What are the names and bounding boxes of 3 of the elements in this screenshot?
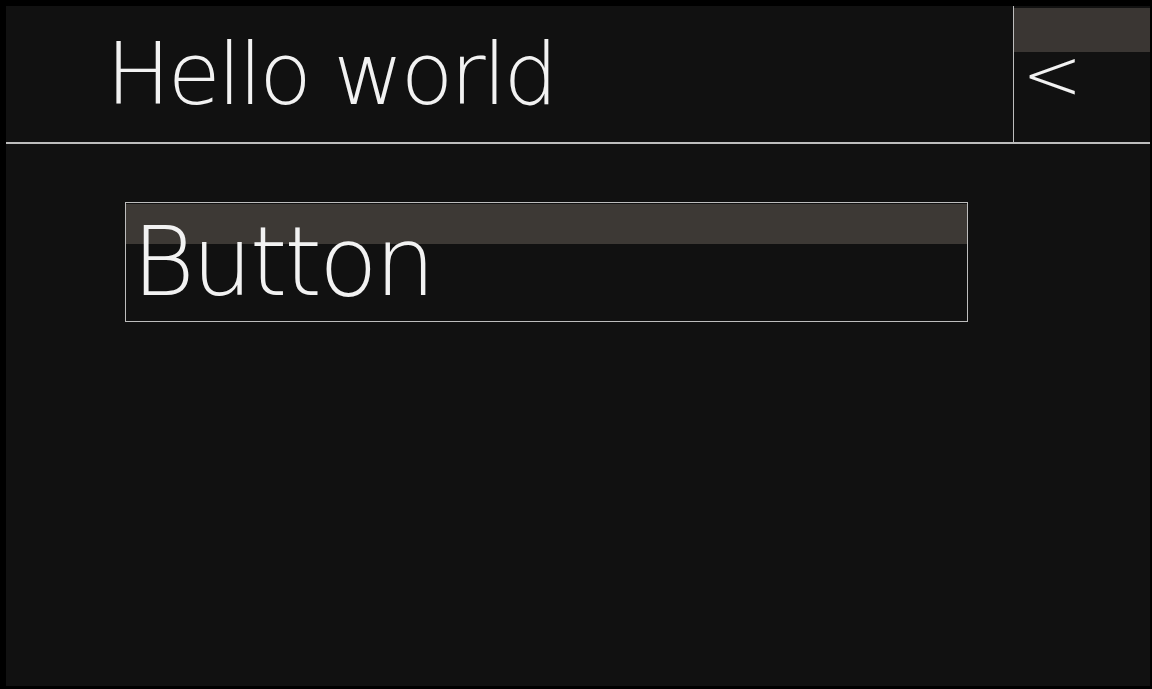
back-button[interactable]: < — [1013, 6, 1150, 142]
button[interactable]: Button — [125, 202, 968, 322]
screen-title: Hello world — [106, 31, 556, 117]
